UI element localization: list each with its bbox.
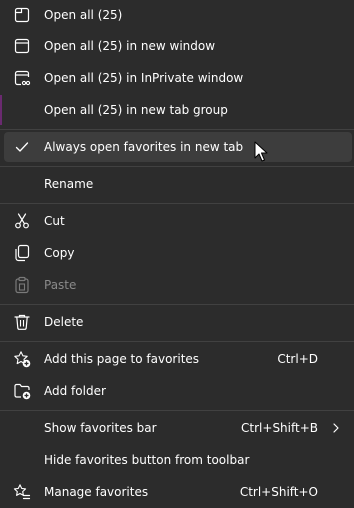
star-add-icon (14, 351, 31, 368)
folder-add-icon (14, 383, 31, 400)
inprivate-window-icon (14, 70, 31, 86)
shortcut-label: Ctrl+Shift+B (241, 421, 318, 435)
menu-item-open-all-new-window[interactable]: Open all (25) in new window (0, 31, 354, 61)
menu-item-manage-favorites[interactable]: Manage favorites Ctrl+Shift+O (0, 477, 354, 507)
star-list-icon (13, 484, 31, 500)
menu-item-cut[interactable]: Cut (0, 206, 354, 236)
chevron-right-icon (333, 423, 339, 433)
menu-item-label: Add this page to favorites (44, 352, 200, 366)
menu-item-always-open-new-tab[interactable]: Always open favorites in new tab (4, 132, 352, 162)
menu-item-show-favorites-bar[interactable]: Show favorites bar Ctrl+Shift+B (0, 413, 354, 443)
tab-icon (14, 7, 30, 23)
scissors-icon (15, 213, 29, 229)
menu-item-open-all[interactable]: Open all (25) (0, 0, 354, 30)
menu-separator (0, 410, 354, 411)
copy-icon (15, 244, 30, 262)
menu-item-label: Open all (25) (44, 8, 123, 22)
clipboard-icon (15, 276, 29, 294)
menu-item-label: Always open favorites in new tab (44, 140, 244, 154)
shortcut-label: Ctrl+Shift+O (239, 485, 318, 499)
menu-item-label: Rename (44, 177, 94, 191)
menu-item-label: Open all (25) in new tab group (44, 103, 228, 117)
menu-separator (0, 304, 354, 305)
menu-item-delete[interactable]: Delete (0, 307, 354, 337)
menu-item-label: Delete (44, 315, 84, 329)
mouse-cursor-icon (254, 141, 268, 162)
menu-item-label: Open all (25) in InPrivate window (44, 71, 244, 85)
menu-separator (0, 129, 354, 130)
menu-item-label: Show favorites bar (44, 421, 157, 435)
menu-item-label: Cut (44, 214, 65, 228)
menu-item-hide-favorites-button[interactable]: Hide favorites button from toolbar (0, 445, 354, 475)
menu-item-open-all-tab-group[interactable]: Open all (25) in new tab group (0, 95, 354, 125)
menu-separator (0, 166, 354, 167)
menu-item-label: Add folder (44, 384, 106, 398)
trash-icon (14, 314, 30, 330)
menu-item-add-page-to-favorites[interactable]: Add this page to favorites Ctrl+D (0, 344, 354, 374)
menu-separator (0, 203, 354, 204)
menu-item-add-folder[interactable]: Add folder (0, 376, 354, 406)
menu-item-open-all-inprivate[interactable]: Open all (25) in InPrivate window (0, 63, 354, 93)
menu-item-label: Copy (44, 246, 75, 260)
menu-item-rename[interactable]: Rename (0, 169, 354, 199)
shortcut-label: Ctrl+D (277, 352, 318, 366)
menu-item-paste[interactable]: Paste (0, 270, 354, 300)
menu-item-copy[interactable]: Copy (0, 238, 354, 268)
window-icon (14, 38, 30, 54)
menu-item-label: Paste (44, 278, 77, 292)
menu-item-label: Hide favorites button from toolbar (44, 453, 250, 467)
menu-separator (0, 341, 354, 342)
favorites-context-menu: Open all (25) Open all (25) in new windo… (0, 0, 354, 508)
menu-item-label: Open all (25) in new window (44, 39, 216, 53)
menu-item-label: Manage favorites (44, 485, 149, 499)
checkmark-icon (15, 142, 29, 152)
